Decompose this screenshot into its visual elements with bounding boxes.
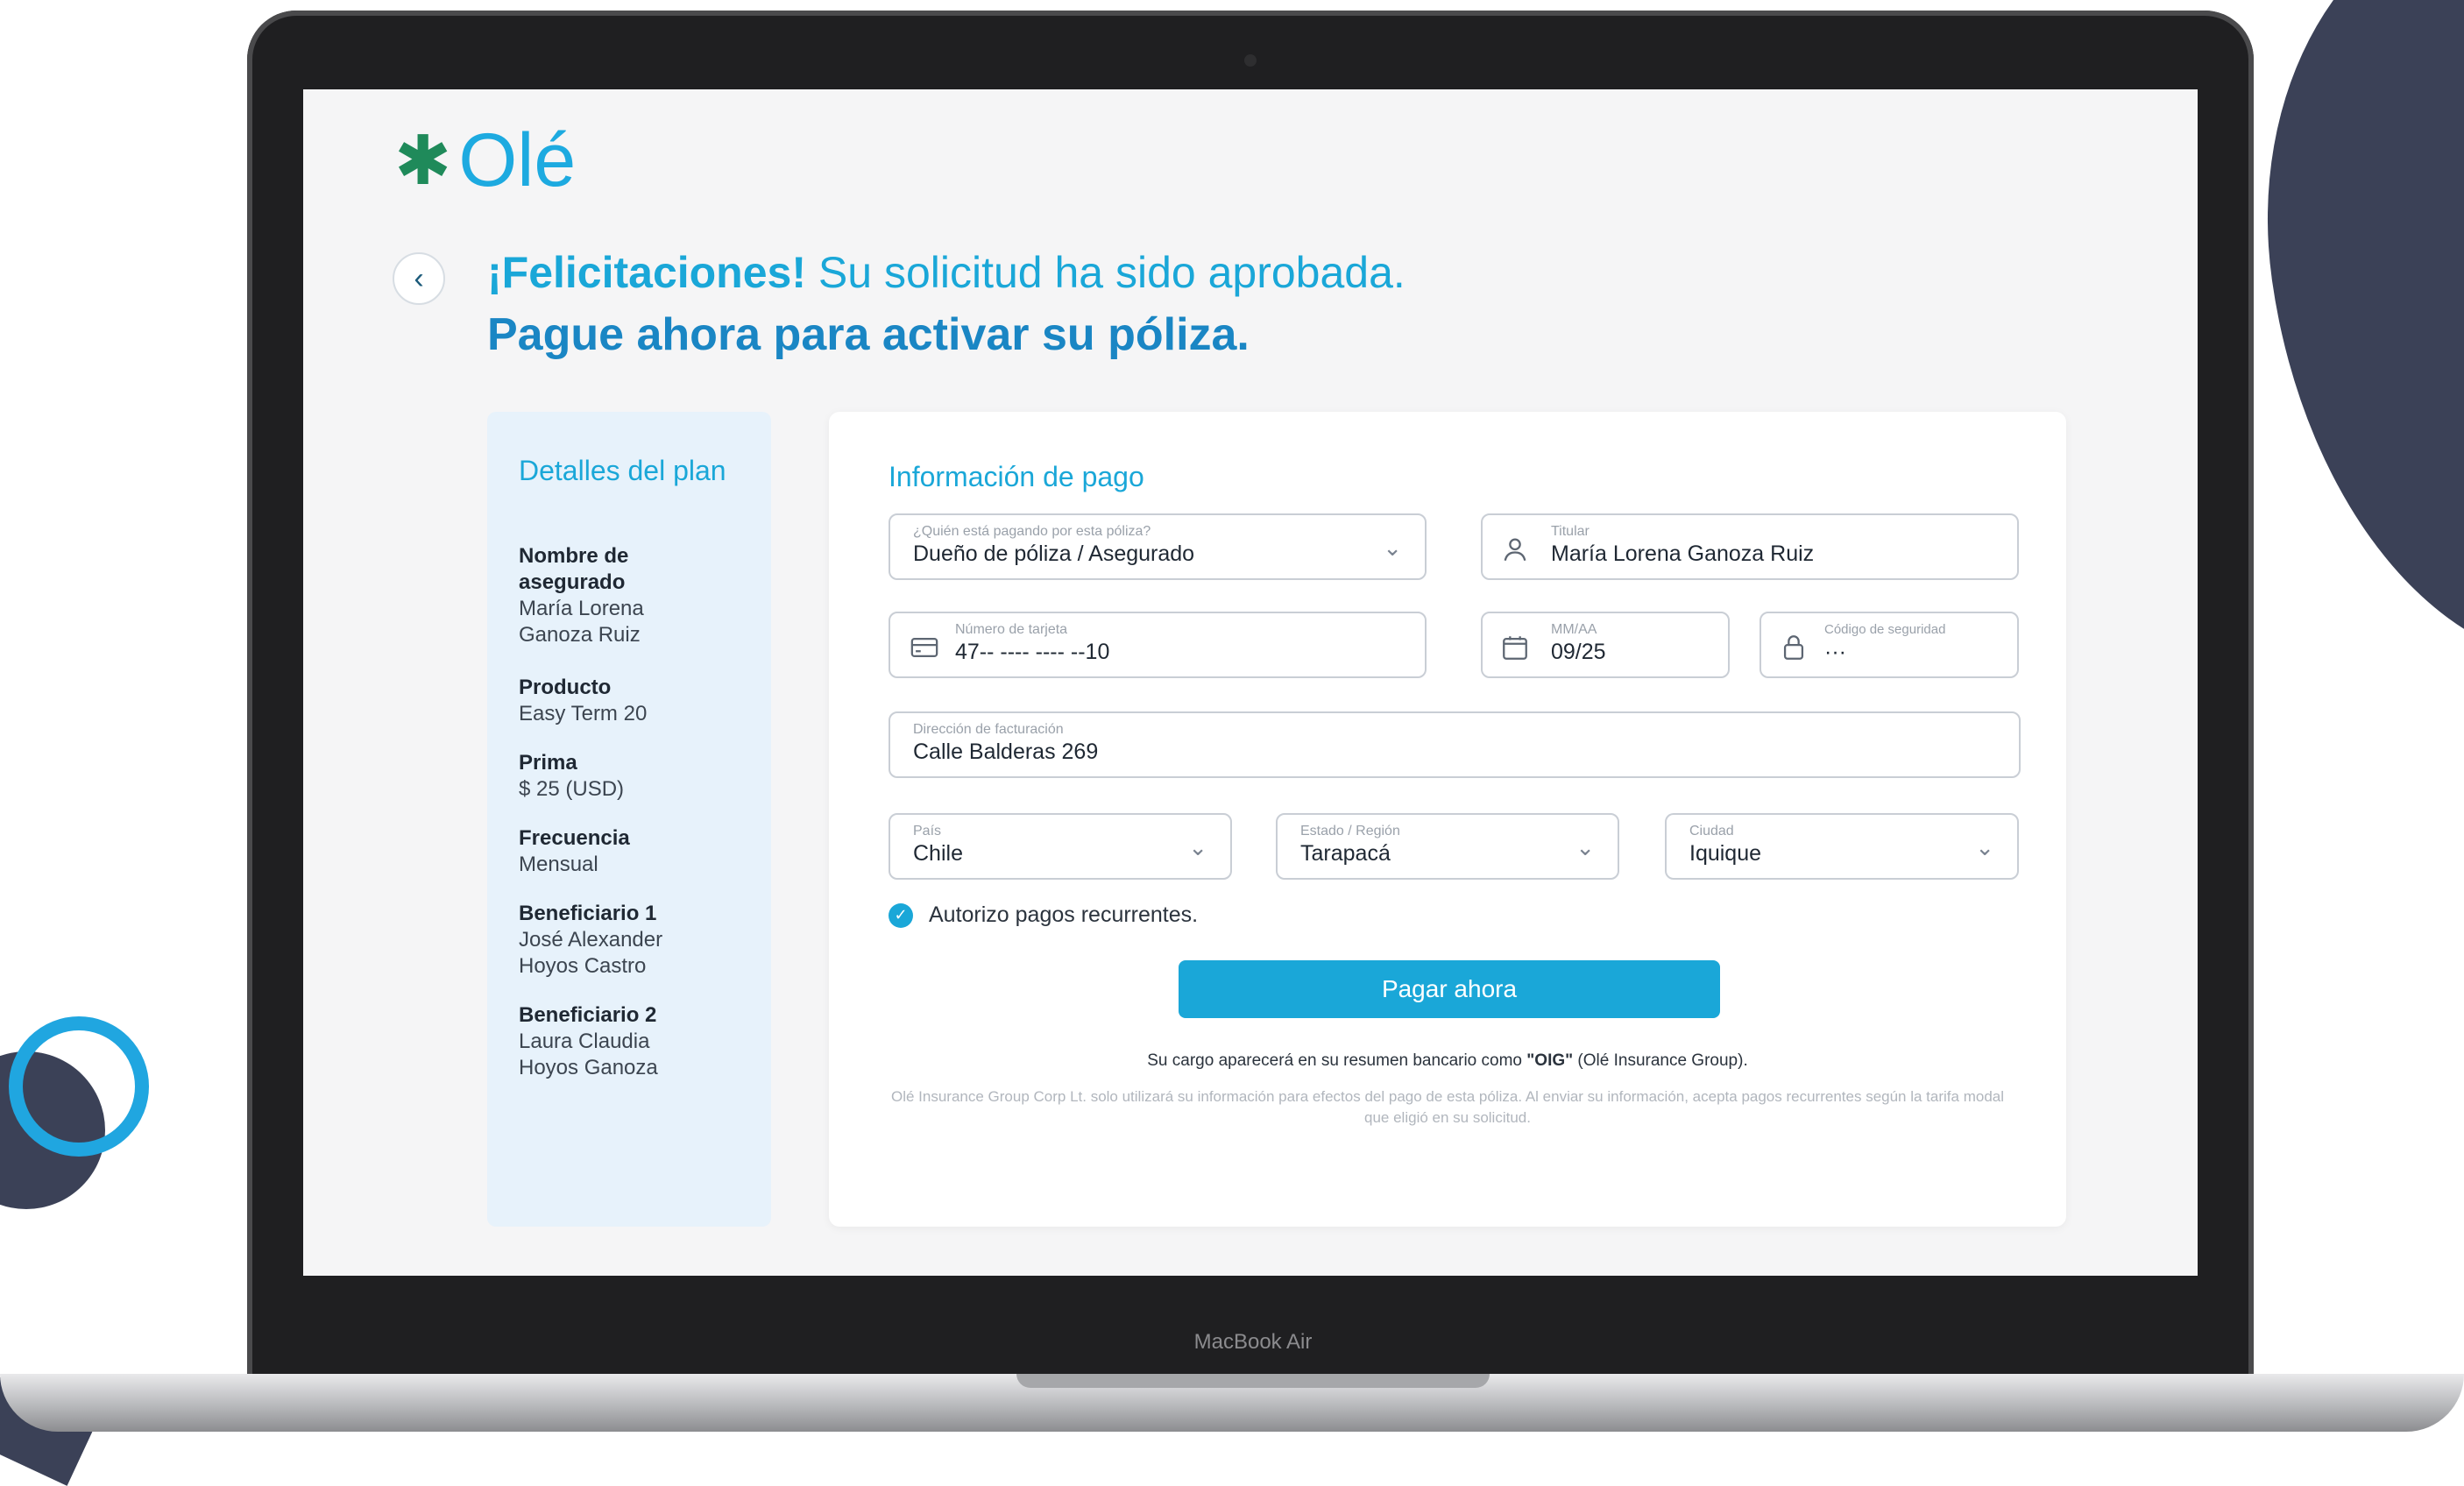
page-title-rest: Su solicitud ha sido aprobada. <box>806 248 1405 297</box>
region-label: Estado / Región <box>1300 824 1400 839</box>
charge-note-bold: "OIG" <box>1526 1051 1574 1070</box>
payer-select[interactable]: ¿Quién está pagando por esta póliza? Due… <box>889 513 1427 580</box>
charge-note: Su cargo aparecerá en su resumen bancari… <box>829 1051 2066 1071</box>
billing-address-field[interactable]: Dirección de facturación Calle Balderas … <box>889 711 2021 778</box>
chevron-down-icon: ⌄ <box>1575 834 1595 860</box>
check-circle-icon: ✓ <box>889 902 913 928</box>
page-title: ¡Felicitaciones! Su solicitud ha sido ap… <box>487 247 1405 298</box>
plan-item-value: María Lorena Ganoza Ruiz <box>519 597 644 647</box>
plan-item-value: Mensual <box>519 853 598 876</box>
card-number-field[interactable]: Número de tarjeta 47-- ---- ---- --10 <box>889 612 1427 678</box>
city-label: Ciudad <box>1689 824 1734 839</box>
page-title-bold: ¡Felicitaciones! <box>487 248 806 297</box>
billing-address-label: Dirección de facturación <box>913 722 1064 737</box>
plan-item-value: $ 25 (USD) <box>519 777 625 801</box>
laptop-notch <box>1016 1374 1490 1388</box>
logo: ✱ Olé <box>394 123 576 198</box>
plan-item-insured: Nombre de asegurado María Lorena Ganoza … <box>519 543 755 648</box>
credit-card-icon <box>910 637 938 658</box>
expiry-value: 09/25 <box>1551 640 1606 664</box>
calendar-icon <box>1503 636 1527 660</box>
recurring-payments-label: Autorizo pagos recurrentes. <box>929 902 1199 927</box>
camera-icon <box>1244 54 1257 67</box>
lock-icon <box>1783 635 1804 660</box>
plan-item-value: Easy Term 20 <box>519 702 648 725</box>
plan-item-label: Prima <box>519 751 577 775</box>
country-label: País <box>913 824 942 839</box>
holder-label: Titular <box>1551 524 1590 539</box>
plan-item-label: Producto <box>519 676 612 699</box>
card-number-value: 47-- ---- ---- --10 <box>955 640 1110 664</box>
plan-details-title: Detalles del plan <box>519 455 726 486</box>
chevron-down-icon: ⌄ <box>1975 834 1994 860</box>
decorative-blob <box>2223 0 2464 700</box>
country-select[interactable]: País Chile ⌄ <box>889 813 1232 880</box>
charge-note-post: (Olé Insurance Group). <box>1573 1051 1748 1070</box>
security-code-field[interactable]: Código de seguridad ··· <box>1759 612 2019 678</box>
plan-details-card: Detalles del plan Nombre de asegurado Ma… <box>487 412 771 1227</box>
plan-item-value: Laura Claudia Hoyos Ganoza <box>519 1030 658 1079</box>
expiry-label: MM/AA <box>1551 622 1597 637</box>
plan-item-frequency: Frecuencia Mensual <box>519 825 755 878</box>
card-number-label: Número de tarjeta <box>955 622 1068 637</box>
billing-address-value: Calle Balderas 269 <box>913 739 1099 764</box>
plan-item-premium: Prima $ 25 (USD) <box>519 750 755 803</box>
laptop-screen: ✱ Olé ‹ ¡Felicitaciones! Su solicitud ha… <box>303 89 2198 1276</box>
payment-title: Información de pago <box>889 461 1144 492</box>
chevron-left-icon: ‹ <box>414 261 424 295</box>
logo-text: Olé <box>458 118 577 202</box>
pay-now-button[interactable]: Pagar ahora <box>1179 960 1720 1018</box>
plan-item-label: Nombre de asegurado <box>519 544 629 594</box>
plan-item-beneficiary-2: Beneficiario 2 Laura Claudia Hoyos Ganoz… <box>519 1002 755 1081</box>
chevron-down-icon: ⌄ <box>1188 834 1207 860</box>
back-button[interactable]: ‹ <box>393 252 445 305</box>
plan-item-label: Beneficiario 1 <box>519 902 657 925</box>
security-code-label: Código de seguridad <box>1824 622 1946 637</box>
recurring-payments-checkbox[interactable]: ✓ Autorizo pagos recurrentes. <box>889 902 1198 928</box>
security-code-value: ··· <box>1824 640 1846 664</box>
city-value: Iquique <box>1689 841 1762 866</box>
expiry-field[interactable]: MM/AA 09/25 <box>1481 612 1730 678</box>
plan-item-label: Frecuencia <box>519 826 630 850</box>
page-subtitle: Pague ahora para activar su póliza. <box>487 309 1250 360</box>
region-select[interactable]: Estado / Región Tarapacá ⌄ <box>1276 813 1619 880</box>
region-value: Tarapacá <box>1300 841 1391 866</box>
plan-item-product: Producto Easy Term 20 <box>519 675 755 727</box>
plan-item-label: Beneficiario 2 <box>519 1003 657 1027</box>
disclaimer-text: Olé Insurance Group Corp Lt. solo utiliz… <box>890 1088 2005 1126</box>
payer-value: Dueño de póliza / Asegurado <box>913 541 1195 566</box>
charge-note-pre: Su cargo aparecerá en su resumen bancari… <box>1147 1051 1527 1070</box>
holder-value: María Lorena Ganoza Ruiz <box>1551 541 1815 566</box>
chevron-down-icon: ⌄ <box>1383 534 1402 561</box>
user-icon <box>1504 538 1526 562</box>
decorative-ring <box>9 1016 149 1157</box>
logo-star-icon: ✱ <box>394 122 452 199</box>
payer-label: ¿Quién está pagando por esta póliza? <box>913 524 1151 539</box>
laptop-brand-label: MacBook Air <box>1193 1330 1313 1354</box>
country-value: Chile <box>913 841 963 866</box>
plan-item-beneficiary-1: Beneficiario 1 José Alexander Hoyos Cast… <box>519 901 755 980</box>
city-select[interactable]: Ciudad Iquique ⌄ <box>1665 813 2019 880</box>
holder-field[interactable]: Titular María Lorena Ganoza Ruiz <box>1481 513 2019 580</box>
payment-card: Información de pago ¿Quién está pagando … <box>829 412 2066 1227</box>
plan-item-value: José Alexander Hoyos Castro <box>519 928 663 978</box>
